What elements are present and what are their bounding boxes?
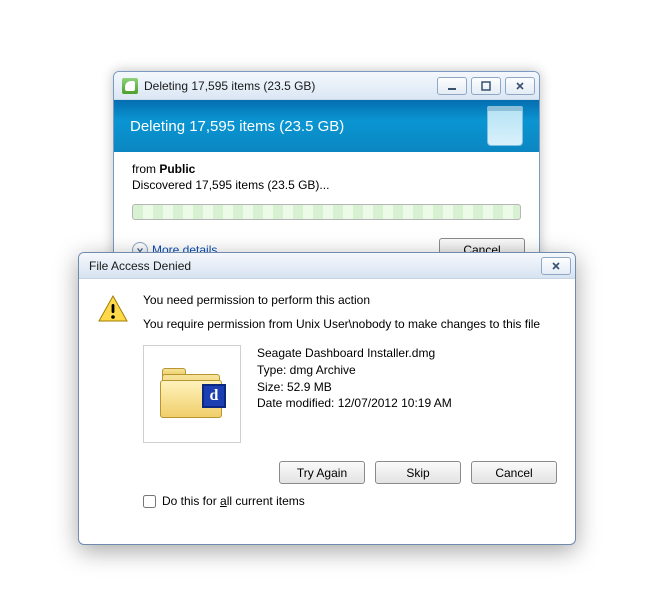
d-badge-icon: d: [202, 384, 226, 408]
skip-button[interactable]: Skip: [375, 461, 461, 484]
close-button[interactable]: [505, 77, 535, 95]
transfer-icon: [122, 78, 138, 94]
delete-header-text: Deleting 17,595 items (23.5 GB): [130, 118, 487, 135]
maximize-icon: [481, 81, 491, 91]
delete-discovered-line: Discovered 17,595 items (23.5 GB)...: [132, 178, 521, 192]
minimize-icon: [447, 81, 457, 91]
deny-close-button[interactable]: [541, 257, 571, 275]
from-target: Public: [159, 162, 195, 176]
delete-header-banner: Deleting 17,595 items (23.5 GB): [114, 100, 539, 152]
dmg-folder-icon: d: [160, 368, 224, 420]
file-size: Size: 52.9 MB: [257, 379, 452, 396]
file-name: Seagate Dashboard Installer.dmg: [257, 345, 452, 362]
recycle-bin-icon: [487, 106, 523, 146]
checkbox-text-pre: Do this for: [162, 494, 220, 508]
maximize-button[interactable]: [471, 77, 501, 95]
checkbox-text-post: ll current items: [227, 494, 305, 508]
cancel-button[interactable]: Cancel: [471, 461, 557, 484]
file-thumbnail: d: [143, 345, 241, 443]
from-prefix: from: [132, 162, 159, 176]
deny-titlebar[interactable]: File Access Denied: [79, 253, 575, 279]
try-again-button[interactable]: Try Again: [279, 461, 365, 484]
minimize-button[interactable]: [437, 77, 467, 95]
access-denied-dialog: File Access Denied You need permission t…: [78, 252, 576, 545]
require-permission-text: You require permission from Unix User\no…: [143, 317, 540, 331]
delete-progress-bar: [132, 204, 521, 220]
checkbox-text-accel: a: [220, 494, 227, 508]
close-icon: [551, 261, 561, 271]
do-for-all-checkbox[interactable]: [143, 495, 156, 508]
need-permission-text: You need permission to perform this acti…: [143, 293, 540, 307]
warning-icon: [97, 293, 129, 325]
file-type: Type: dmg Archive: [257, 362, 452, 379]
do-for-all-label[interactable]: Do this for all current items: [162, 494, 305, 508]
close-icon: [515, 81, 525, 91]
delete-from-line: from Public: [132, 162, 521, 176]
file-info: Seagate Dashboard Installer.dmg Type: dm…: [257, 345, 452, 443]
deny-window-title: File Access Denied: [89, 259, 541, 273]
delete-titlebar[interactable]: Deleting 17,595 items (23.5 GB): [114, 72, 539, 100]
file-date: Date modified: 12/07/2012 10:19 AM: [257, 395, 452, 412]
delete-body: from Public Discovered 17,595 items (23.…: [114, 152, 539, 230]
delete-window-title: Deleting 17,595 items (23.5 GB): [144, 79, 437, 93]
